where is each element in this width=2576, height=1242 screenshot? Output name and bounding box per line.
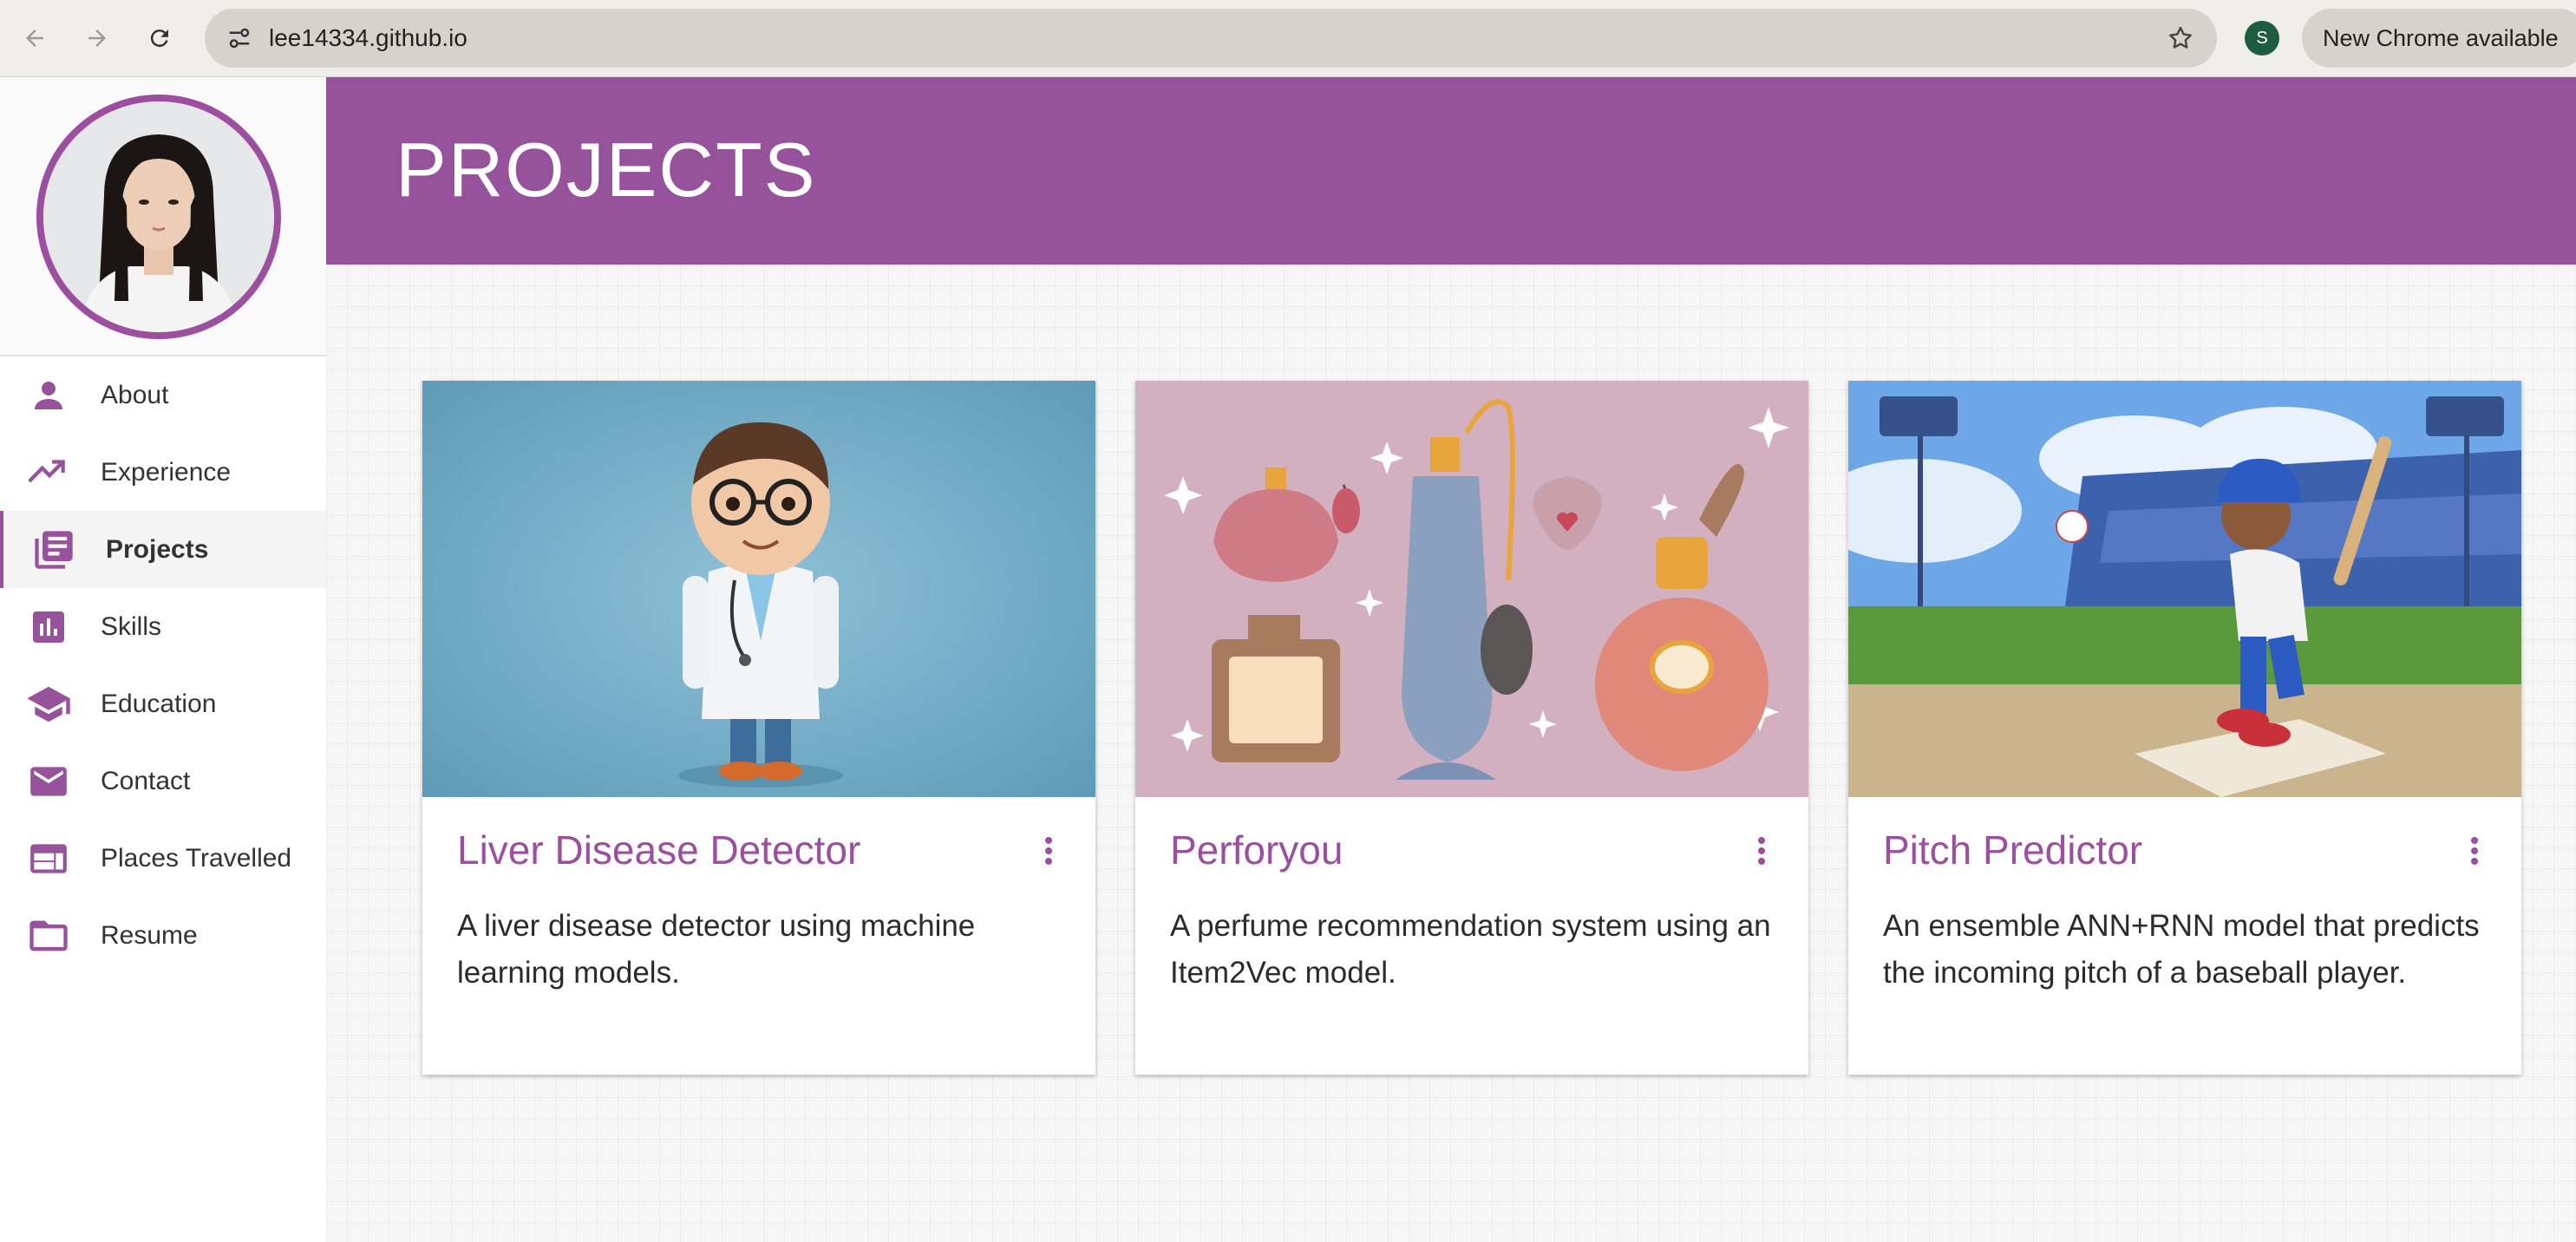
url-text[interactable]: lee14334.github.io <box>269 9 467 68</box>
project-description: A perfume recommendation system using an… <box>1170 909 1771 990</box>
project-card-pitch-predictor[interactable]: Pitch Predictor An ensemble ANN+RNN mode… <box>1848 381 2521 1075</box>
sidebar-item-label: Places Travelled <box>101 843 292 873</box>
sidebar: About Experience Projects Skills Educati… <box>0 77 327 1242</box>
more-vert-icon[interactable] <box>2462 833 2487 868</box>
update-chrome-button[interactable]: New Chrome available <box>2302 9 2576 68</box>
projects-grid: Liver Disease Detector A liver disease d… <box>326 265 2576 1242</box>
more-vert-icon[interactable] <box>1749 833 1774 868</box>
forward-button[interactable] <box>78 19 116 57</box>
bar-chart-icon <box>24 607 73 647</box>
trending-up-icon <box>24 453 73 493</box>
sidebar-item-contact[interactable]: Contact <box>0 742 326 820</box>
back-button[interactable] <box>16 19 54 57</box>
project-image-perfume-bottles[interactable] <box>1135 381 1808 797</box>
project-title[interactable]: Perforyou <box>1170 827 1343 873</box>
project-description: An ensemble ANN+RNN model that predicts … <box>1883 909 2480 990</box>
profile-header <box>0 77 326 356</box>
arrow-right-icon <box>88 29 106 47</box>
library-books-icon <box>29 530 78 570</box>
person-icon <box>24 376 73 415</box>
sidebar-item-label: Skills <box>101 611 162 641</box>
sidebar-item-education[interactable]: Education <box>0 665 326 742</box>
sidebar-item-label: Resume <box>101 920 198 950</box>
sidebar-item-label: Projects <box>106 534 209 564</box>
sidebar-item-places-travelled[interactable]: Places Travelled <box>0 820 326 897</box>
sidebar-item-label: Contact <box>101 766 191 795</box>
sidebar-menu: About Experience Projects Skills Educati… <box>0 356 326 974</box>
arrow-left-icon <box>26 29 43 47</box>
sidebar-item-projects[interactable]: Projects <box>0 511 326 588</box>
site-info-icon[interactable] <box>222 21 257 56</box>
folder-icon <box>24 916 73 956</box>
address-bar[interactable]: lee14334.github.io <box>205 9 2217 68</box>
profile-avatar[interactable]: S <box>2245 21 2279 56</box>
sidebar-item-skills[interactable]: Skills <box>0 588 326 665</box>
page-header: PROJECTS <box>326 77 2576 265</box>
mail-icon <box>24 762 73 801</box>
page-title: PROJECTS <box>396 127 817 212</box>
sidebar-item-label: Education <box>101 689 217 718</box>
sidebar-item-resume[interactable]: Resume <box>0 897 326 974</box>
sidebar-item-label: Experience <box>101 457 232 487</box>
sidebar-item-label: About <box>101 380 169 409</box>
project-title[interactable]: Liver Disease Detector <box>457 827 860 873</box>
project-title[interactable]: Pitch Predictor <box>1883 827 2142 873</box>
reload-icon <box>150 29 168 48</box>
bookmark-star-icon[interactable] <box>2163 21 2198 56</box>
project-card-liver-disease-detector[interactable]: Liver Disease Detector A liver disease d… <box>422 381 1095 1075</box>
sidebar-item-about[interactable]: About <box>0 356 326 434</box>
project-card-perforyou[interactable]: Perforyou A perfume recommendation syste… <box>1135 381 1808 1075</box>
browser-toolbar: lee14334.github.io S New Chrome availabl… <box>0 0 2576 77</box>
project-description: A liver disease detector using machine l… <box>457 909 976 990</box>
project-image-cartoon-batter[interactable] <box>1848 381 2521 797</box>
web-layout-icon <box>24 839 73 879</box>
reload-button[interactable] <box>141 19 179 57</box>
more-vert-icon[interactable] <box>1036 833 1061 868</box>
profile-photo <box>36 95 281 339</box>
sidebar-item-experience[interactable]: Experience <box>0 434 326 511</box>
project-image-cartoon-doctor[interactable] <box>422 381 1095 797</box>
school-icon <box>24 684 73 724</box>
